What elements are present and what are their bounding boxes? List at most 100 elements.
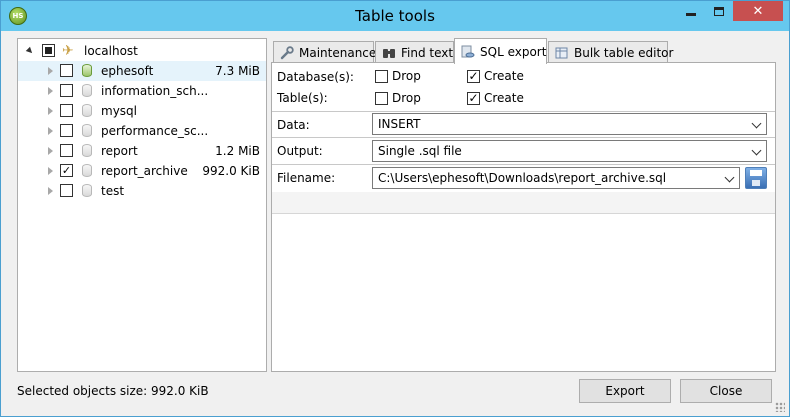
output-select-value: Single .sql file: [378, 144, 462, 158]
tree-item[interactable]: test: [18, 181, 266, 201]
tab-label: Bulk table editor: [574, 45, 674, 60]
sql-export-form: Database(s): Drop ✓ Create Table(s): Dro…: [272, 63, 775, 191]
table-drop-checkbox[interactable]: Drop: [375, 91, 421, 105]
databases-label: Database(s):: [277, 70, 354, 84]
filename-input[interactable]: C:\Users\ephesoft\Downloads\report_archi…: [372, 167, 740, 189]
divider: [272, 164, 775, 165]
chevron-down-icon: [724, 172, 735, 183]
tree-root-localhost[interactable]: ✈ localhost: [18, 41, 266, 61]
checkbox-box-checked[interactable]: ✓: [467, 69, 480, 83]
table-edit-icon: [555, 46, 569, 60]
close-window-button[interactable]: ✕: [733, 1, 783, 21]
filename-value: C:\Users\ephesoft\Downloads\report_archi…: [378, 171, 667, 185]
checkbox-label: Create: [484, 69, 524, 83]
item-checkbox[interactable]: [60, 184, 73, 197]
tree-item[interactable]: ✓ report_archive 992.0 KiB: [18, 161, 266, 181]
tree-item[interactable]: information_sch...: [18, 81, 266, 101]
wrench-icon: [280, 45, 294, 60]
close-icon: ✕: [752, 3, 764, 19]
tree-item-label: performance_sc...: [101, 124, 209, 138]
tree-item[interactable]: ephesoft 7.3 MiB: [18, 61, 266, 81]
expander-closed-icon[interactable]: [46, 87, 54, 95]
database-icon: [82, 124, 92, 137]
data-select[interactable]: INSERT: [372, 113, 767, 135]
chevron-down-icon: [751, 118, 762, 129]
data-select-value: INSERT: [378, 117, 421, 131]
title-bar[interactable]: HS Table tools ✕: [1, 1, 789, 31]
sql-export-panel: Database(s): Drop ✓ Create Table(s): Dro…: [271, 62, 776, 372]
selected-size-status: Selected objects size: 992.0 KiB: [17, 384, 209, 398]
checkbox-box-checked[interactable]: ✓: [467, 91, 480, 105]
tab-label: SQL export: [480, 44, 547, 59]
database-tree[interactable]: ✈ localhost ephesoft 7.3 MiB information…: [17, 38, 267, 372]
tree-item[interactable]: report 1.2 MiB: [18, 141, 266, 161]
window-title: Table tools: [355, 7, 435, 25]
root-checkbox[interactable]: [42, 44, 55, 57]
expander-closed-icon[interactable]: [46, 67, 54, 75]
database-export-icon: [461, 45, 475, 59]
divider: [272, 137, 775, 138]
data-label: Data:: [277, 118, 310, 132]
tab-bulk-table-editor[interactable]: Bulk table editor: [548, 41, 673, 63]
tree-item[interactable]: mysql: [18, 101, 266, 121]
checkbox-box[interactable]: [375, 69, 388, 83]
maximize-icon: [714, 6, 724, 16]
database-icon: [82, 64, 92, 77]
tab-label: Find text: [401, 45, 454, 60]
tree-item-label: report: [101, 144, 138, 158]
tree-item-label: report_archive: [101, 164, 188, 178]
tree-item[interactable]: performance_sc...: [18, 121, 266, 141]
minimize-icon: [686, 12, 696, 16]
maximize-button[interactable]: [705, 1, 733, 21]
save-file-button[interactable]: [745, 167, 767, 189]
binoculars-icon: [382, 46, 396, 60]
minimize-button[interactable]: [677, 1, 705, 21]
database-icon: [82, 144, 92, 157]
table-tools-window: HS Table tools ✕ ✈ localhost ephesoft 7.…: [0, 0, 790, 417]
tab-label: Maintenance: [299, 45, 377, 60]
resize-grip[interactable]: [775, 402, 785, 412]
export-button[interactable]: Export: [579, 379, 671, 403]
tab-sql-export[interactable]: SQL export: [454, 38, 547, 64]
db-drop-checkbox[interactable]: Drop: [375, 69, 421, 83]
checkbox-label: Drop: [392, 69, 421, 83]
checkbox-label: Drop: [392, 91, 421, 105]
chevron-down-icon: [751, 145, 762, 156]
item-checkbox[interactable]: [60, 104, 73, 117]
tree-item-label: mysql: [101, 104, 137, 118]
item-checkbox[interactable]: [60, 124, 73, 137]
expander-closed-icon[interactable]: [46, 127, 54, 135]
tables-label: Table(s):: [277, 91, 328, 105]
result-bar: [272, 192, 775, 214]
tree-item-label: test: [101, 184, 125, 198]
database-icon: [82, 84, 92, 97]
item-checkbox-checked[interactable]: ✓: [60, 164, 73, 177]
item-checkbox[interactable]: [60, 64, 73, 77]
tree-item-label: ephesoft: [101, 64, 154, 78]
divider: [272, 111, 775, 112]
output-label: Output:: [277, 144, 323, 158]
tree-item-size: 7.3 MiB: [215, 64, 260, 78]
database-icon: [82, 104, 92, 117]
item-checkbox[interactable]: [60, 144, 73, 157]
tab-maintenance[interactable]: Maintenance: [273, 41, 377, 63]
database-icon: [82, 164, 92, 177]
db-create-checkbox[interactable]: ✓ Create: [467, 69, 524, 83]
checkbox-box[interactable]: [375, 91, 388, 105]
close-button[interactable]: Close: [680, 379, 772, 403]
expander-closed-icon[interactable]: [46, 147, 54, 155]
expander-closed-icon[interactable]: [46, 167, 54, 175]
tree-item-label: information_sch...: [101, 84, 209, 98]
expander-open-icon[interactable]: [25, 46, 35, 56]
tree-root-label: localhost: [84, 44, 138, 58]
filename-label: Filename:: [277, 171, 336, 185]
database-icon: [82, 184, 92, 197]
table-create-checkbox[interactable]: ✓ Create: [467, 91, 524, 105]
tab-find-text[interactable]: Find text: [375, 41, 454, 63]
expander-closed-icon[interactable]: [46, 187, 54, 195]
output-select[interactable]: Single .sql file: [372, 140, 767, 162]
tree-item-size: 992.0 KiB: [202, 164, 260, 178]
expander-closed-icon[interactable]: [46, 107, 54, 115]
item-checkbox[interactable]: [60, 84, 73, 97]
checkbox-label: Create: [484, 91, 524, 105]
